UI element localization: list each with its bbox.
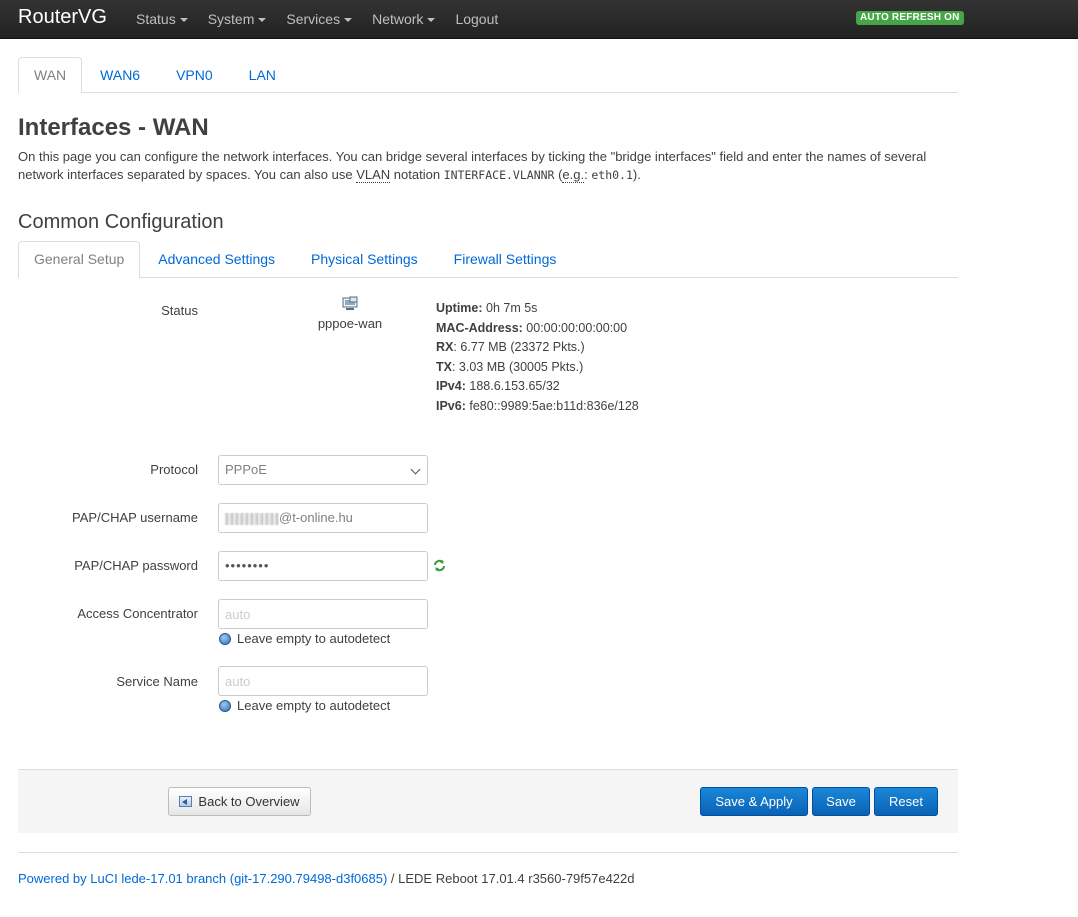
eg-abbr: e.g. xyxy=(562,167,585,183)
password-input[interactable]: •••••••• xyxy=(218,551,428,581)
caret-down-icon xyxy=(427,18,436,23)
tab-wan[interactable]: WAN xyxy=(18,57,83,93)
redacted-username xyxy=(225,512,279,525)
username-label: PAP/CHAP username xyxy=(72,510,198,525)
caret-down-icon xyxy=(344,18,353,23)
mac-label: MAC-Address: xyxy=(436,320,523,335)
tx-row: TX: 3.03 MB (30005 Pkts.) xyxy=(436,358,639,378)
tx-value: : 3.03 MB (30005 Pkts.) xyxy=(451,359,584,374)
intro-text: ). xyxy=(632,167,641,182)
tab-advanced-settings[interactable]: Advanced Settings xyxy=(140,241,293,277)
back-arrow-icon xyxy=(179,796,193,807)
network-device-icon xyxy=(342,296,358,310)
save-apply-button[interactable]: Save & Apply xyxy=(700,787,808,816)
intro-text: notation xyxy=(390,167,444,182)
chevron-down-icon xyxy=(410,464,421,475)
example-code: eth0.1 xyxy=(591,168,633,182)
rx-row: RX: 6.77 MB (23372 Pkts.) xyxy=(436,338,639,358)
menu-services-label: Services xyxy=(286,11,341,27)
ipv4-row: IPv4: 188.6.153.65/32 xyxy=(436,377,639,397)
footer-divider xyxy=(18,852,958,853)
reset-button[interactable]: Reset xyxy=(874,787,938,816)
back-button-label: Back to Overview xyxy=(198,794,300,809)
section-tabs: General Setup Advanced Settings Physical… xyxy=(18,241,958,278)
uptime-row: Uptime: 0h 7m 5s xyxy=(436,299,639,319)
service-name-hint: Leave empty to autodetect xyxy=(219,698,390,713)
auto-refresh-badge[interactable]: AUTO REFRESH ON xyxy=(856,11,964,25)
device-name: pppoe-wan xyxy=(317,316,383,331)
service-name-label: Service Name xyxy=(116,674,198,689)
section-title: Common Configuration xyxy=(18,211,224,233)
tab-general-setup[interactable]: General Setup xyxy=(18,241,141,278)
main-menu: Status System Services Network Logout xyxy=(126,0,508,39)
rx-value: : 6.77 MB (23372 Pkts.) xyxy=(453,340,585,354)
status-device: pppoe-wan xyxy=(306,296,394,331)
menu-status-label: Status xyxy=(136,11,176,27)
tab-firewall-settings[interactable]: Firewall Settings xyxy=(436,241,575,277)
tab-vpn0[interactable]: VPN0 xyxy=(158,57,231,92)
ipv6-value: fe80::9989:5ae:b11d:836e/128 xyxy=(469,398,639,413)
uptime-label: Uptime: xyxy=(436,301,483,315)
username-domain: @t-online.hu xyxy=(279,510,353,525)
ipv6-label: IPv6: xyxy=(436,398,466,413)
service-name-input[interactable] xyxy=(218,666,428,696)
vlan-notation-code: INTERFACE.VLANNR xyxy=(443,168,555,182)
brand-logo[interactable]: RouterVG xyxy=(18,6,107,29)
vlan-abbr: VLAN xyxy=(356,167,391,183)
access-concentrator-hint-text: Leave empty to autodetect xyxy=(237,631,391,646)
access-concentrator-label: Access Concentrator xyxy=(77,606,198,621)
info-icon xyxy=(219,633,231,645)
firmware-version: / LEDE Reboot 17.01.4 r3560-79f57e422d xyxy=(387,871,635,886)
menu-logout-label: Logout xyxy=(455,11,499,27)
status-label: Status xyxy=(161,303,198,318)
protocol-select[interactable]: PPPoE xyxy=(218,455,428,485)
mac-row: MAC-Address: 00:00:00:00:00:00 xyxy=(436,319,639,339)
protocol-value: PPPoE xyxy=(225,462,267,477)
page-description: On this page you can configure the netwo… xyxy=(18,148,948,184)
rx-label: RX xyxy=(436,340,454,354)
ipv4-value: 188.6.153.65/32 xyxy=(469,379,560,393)
password-value: •••••••• xyxy=(225,558,270,573)
menu-system[interactable]: System xyxy=(198,0,277,39)
interface-tabs: WAN WAN6 VPN0 LAN xyxy=(18,57,958,93)
footer: Powered by LuCI lede-17.01 branch (git-1… xyxy=(18,871,635,886)
save-button[interactable]: Save xyxy=(812,787,870,816)
menu-status[interactable]: Status xyxy=(126,0,198,39)
tab-lan[interactable]: LAN xyxy=(231,57,294,92)
caret-down-icon xyxy=(179,18,188,23)
menu-logout[interactable]: Logout xyxy=(445,0,508,39)
ipv6-row: IPv6: fe80::9989:5ae:b11d:836e/128 xyxy=(436,397,639,417)
access-concentrator-hint: Leave empty to autodetect xyxy=(219,631,390,646)
menu-network-label: Network xyxy=(372,11,424,27)
menu-system-label: System xyxy=(207,11,255,27)
protocol-label: Protocol xyxy=(150,462,198,477)
ipv4-label: IPv4: xyxy=(436,379,466,393)
info-icon xyxy=(219,700,231,712)
tab-wan6[interactable]: WAN6 xyxy=(82,57,158,92)
status-details: Uptime: 0h 7m 5s MAC-Address: 00:00:00:0… xyxy=(436,299,639,416)
page-title: Interfaces - WAN xyxy=(18,114,209,141)
access-concentrator-input[interactable] xyxy=(218,599,428,629)
service-name-hint-text: Leave empty to autodetect xyxy=(237,698,391,713)
uptime-value: 0h 7m 5s xyxy=(486,301,538,315)
back-to-overview-button[interactable]: Back to Overview xyxy=(168,787,311,816)
password-label: PAP/CHAP password xyxy=(74,558,198,573)
top-navbar: RouterVG Status System Services Network … xyxy=(0,0,1078,39)
reveal-password-icon[interactable] xyxy=(433,559,446,572)
luci-link[interactable]: Powered by LuCI lede-17.01 branch (git-1… xyxy=(18,871,387,886)
caret-down-icon xyxy=(258,18,267,23)
tab-physical-settings[interactable]: Physical Settings xyxy=(293,241,436,277)
menu-network[interactable]: Network xyxy=(362,0,445,39)
username-input[interactable]: @t-online.hu xyxy=(218,503,428,533)
tx-label: TX xyxy=(436,359,452,374)
menu-services[interactable]: Services xyxy=(276,0,362,39)
mac-value: 00:00:00:00:00:00 xyxy=(526,320,628,335)
action-bar: Back to Overview Save & Apply Save Reset xyxy=(18,769,958,833)
